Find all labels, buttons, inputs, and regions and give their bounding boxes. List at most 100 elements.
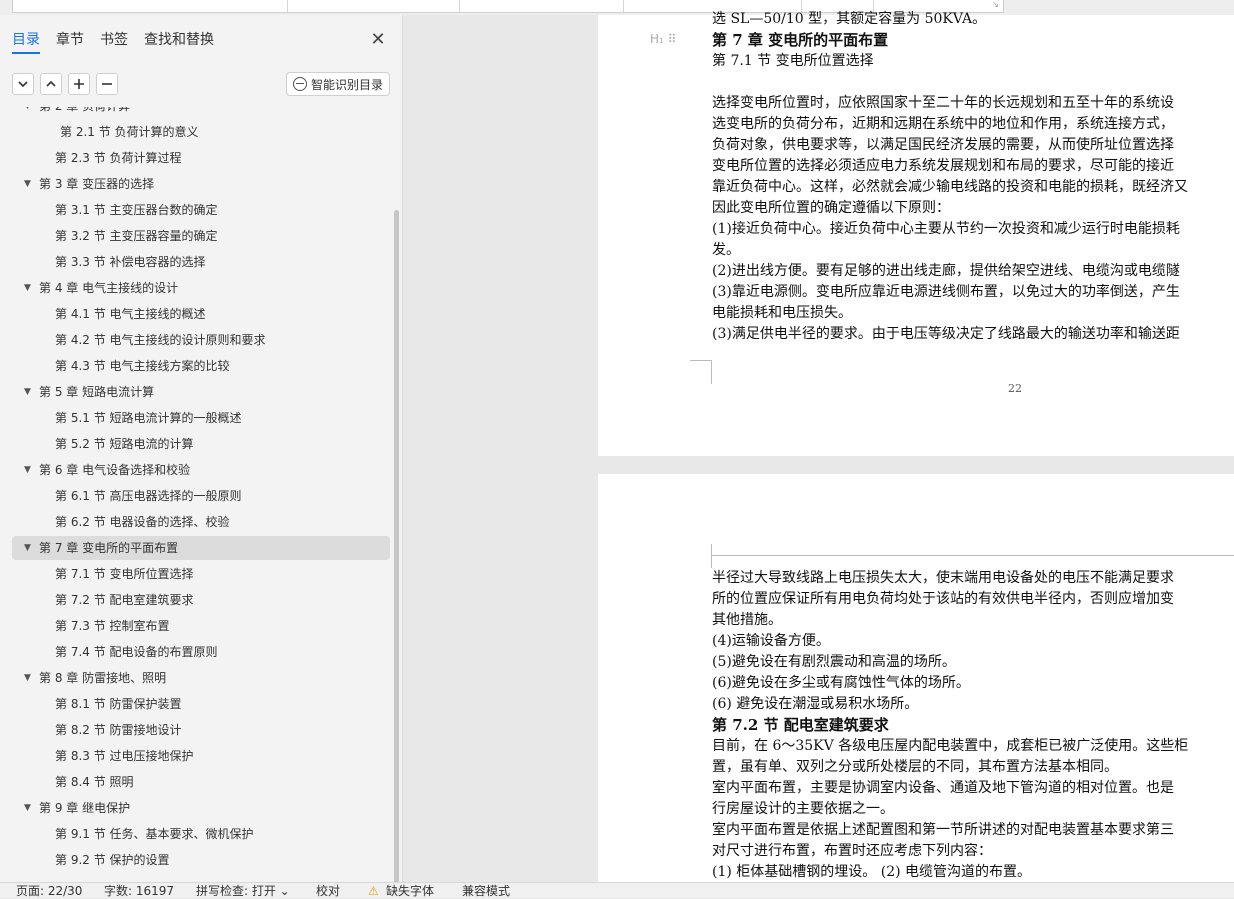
toc-section-item[interactable]: 第 7.3 节 控制室布置 (12, 614, 390, 638)
toc-section-item[interactable]: 第 3.2 节 主变压器容量的确定 (12, 224, 390, 248)
toc-item-label: 第 5.1 节 短路电流计算的一般概述 (55, 411, 242, 425)
tab-bookmarks[interactable]: 书签 (100, 30, 128, 50)
tab-find-replace[interactable]: 查找和替换 (144, 30, 214, 50)
paragraph-line: 选 SL—50/10 型，其额定容量为 50KVA。 (712, 11, 987, 27)
expand-up-button[interactable] (40, 73, 62, 95)
toc-section-item[interactable]: 第 4.1 节 电气主接线的概述 (12, 302, 390, 326)
paragraph-line: (1)接近负荷中心。接近负荷中心主要从节约一次投资和减少运行时电能损耗 (712, 221, 1180, 237)
ribbon-expand-icon[interactable]: ↘ (992, 0, 999, 10)
navigation-panel: 目录 章节 书签 查找和替换 ✕ 智能识别目录 ▼ 第 2 章 负荷计算第 2.1… (0, 15, 403, 898)
expand-arrow-icon[interactable]: ▼ (24, 666, 31, 690)
toc-section-item[interactable]: 第 7.2 节 配电室建筑要求 (12, 588, 390, 612)
toc-section-item[interactable]: 第 9.2 节 保护的设置 (12, 848, 390, 872)
plus-icon (74, 79, 84, 89)
toc-item-label: 第 2.3 节 负荷计算过程 (55, 151, 182, 165)
expand-arrow-icon[interactable]: ▼ (24, 380, 31, 404)
toc-section-item[interactable]: 第 6.1 节 高压电器选择的一般原则 (12, 484, 390, 508)
toc-section-item[interactable]: 第 7.1 节 变电所位置选择 (12, 562, 390, 586)
toc-item-label: 第 7.4 节 配电设备的布置原则 (55, 645, 218, 659)
paragraph-line: 室内平面布置，主要是协调室内设备、通道及地下管沟道的相对位置。也是 (712, 780, 1174, 796)
toc-item-label: 第 8.2 节 防雷接地设计 (55, 723, 182, 737)
toc-section-item[interactable]: 第 5.1 节 短路电流计算的一般概述 (12, 406, 390, 430)
toc-section-item[interactable]: 第 7.4 节 配电设备的布置原则 (12, 640, 390, 664)
toc-chapter-item[interactable]: ▼ 第 7 章 变电所的平面布置 (12, 536, 390, 560)
toc-chapter-item[interactable]: ▼ 第 2 章 负荷计算 (12, 107, 390, 118)
toc-chapter-item[interactable]: ▼ 第 8 章 防雷接地、照明 (12, 666, 390, 690)
expand-arrow-icon[interactable]: ▼ (24, 536, 31, 560)
expand-arrow-icon[interactable]: ▼ (24, 458, 31, 482)
toc-item-label: 第 6.2 节 电器设备的选择、校验 (55, 515, 230, 529)
toc-section-item[interactable]: 第 4.3 节 电气主接线方案的比较 (12, 354, 390, 378)
toc-section-item[interactable]: 第 2.1 节 负荷计算的意义 (12, 120, 390, 144)
toc-section-item[interactable]: 第 8.1 节 防雷保护装置 (12, 692, 390, 716)
smart-recognize-icon (292, 77, 307, 91)
remove-heading-button[interactable] (96, 73, 118, 95)
expand-arrow-icon[interactable]: ▼ (24, 276, 31, 300)
tab-sections[interactable]: 章节 (56, 30, 84, 50)
crop-mark (711, 544, 712, 568)
toc-section-item[interactable]: 第 5.2 节 短路电流的计算 (12, 432, 390, 456)
toc-item-label: 第 7.2 节 配电室建筑要求 (55, 593, 194, 607)
toc-section-item[interactable]: 第 9.1 节 任务、基本要求、微机保护 (12, 822, 390, 846)
toc-item-label: 第 6.1 节 高压电器选择的一般原则 (55, 489, 242, 503)
toc-section-item[interactable]: 第 3.1 节 主变压器台数的确定 (12, 198, 390, 222)
smart-toc-button[interactable]: 智能识别目录 (286, 72, 390, 96)
toc-item-label: 第 9.2 节 保护的设置 (55, 853, 170, 867)
chevron-up-icon (46, 81, 56, 87)
toc-item-label: 第 4 章 电气主接线的设计 (39, 281, 179, 295)
close-panel-icon[interactable]: ✕ (368, 30, 388, 50)
smart-toc-label: 智能识别目录 (310, 77, 383, 92)
toc-item-label: 第 3.1 节 主变压器台数的确定 (55, 203, 218, 217)
toc-scrollbar[interactable] (394, 210, 399, 898)
toc-list: ▼ 第 2 章 负荷计算第 2.1 节 负荷计算的意义第 2.3 节 负荷计算过程… (12, 107, 390, 897)
paragraph-line: 行房屋设计的主要依据之一。 (712, 801, 894, 817)
minus-icon (102, 83, 112, 85)
status-bar: 页面: 22/30 字数: 16197 拼写检查: 打开 ⌄ 校对 ⚠ 缺失字体… (0, 882, 1234, 898)
paragraph-line: (6)避免设在多尘或有腐蚀性气体的场所。 (712, 675, 970, 691)
crop-mark (711, 360, 712, 384)
paragraph-line: 所的位置应保证所有用电负荷均处于该站的有效供电半径内，否则应增加变 (712, 591, 1174, 607)
add-heading-button[interactable] (68, 73, 90, 95)
section-heading: 第 7.2 节 配电室建筑要求 (712, 716, 889, 734)
toc-chapter-item[interactable]: ▼ 第 6 章 电气设备选择和校验 (12, 458, 390, 482)
toc-chapter-item[interactable]: ▼ 第 4 章 电气主接线的设计 (12, 276, 390, 300)
paragraph-line: 选变电所的负荷分布，近期和远期在系统中的地位和作用，系统连接方式， (712, 116, 1174, 132)
ribbon-separator (459, 0, 460, 12)
collapse-all-button[interactable] (12, 73, 34, 95)
toc-item-label: 第 8.4 节 照明 (55, 775, 134, 789)
toc-section-item[interactable]: 第 8.3 节 过电压接地保护 (12, 744, 390, 768)
toc-chapter-item[interactable]: ▼ 第 5 章 短路电流计算 (12, 380, 390, 404)
expand-arrow-icon[interactable]: ▼ (24, 172, 31, 196)
toc-section-item[interactable]: 第 8.4 节 照明 (12, 770, 390, 794)
toc-toolbar (12, 73, 124, 95)
toc-item-label: 第 5 章 短路电流计算 (39, 385, 155, 399)
toc-section-item[interactable]: 第 8.2 节 防雷接地设计 (12, 718, 390, 742)
toc-chapter-item[interactable]: ▼ 第 9 章 继电保护 (12, 796, 390, 820)
paragraph-line: 置，虽有单、双列之分或所处楼层的不同，其布置方法基本相同。 (712, 759, 1118, 775)
heading-drag-handle-icon[interactable]: H₁ ⠿ (650, 32, 676, 46)
document-page-22: H₁ ⠿ 22 选 SL—50/10 型，其额定容量为 50KVA。第 7 章 … (598, 11, 1234, 456)
paragraph-line: 靠近负荷中心。这样，必然就会减少输电线路的投资和电能的损耗，既经济又 (712, 179, 1188, 195)
toc-chapter-item[interactable]: ▼ 第 3 章 变压器的选择 (12, 172, 390, 196)
ribbon-separator (287, 0, 288, 12)
toc-section-item[interactable]: 第 4.2 节 电气主接线的设计原则和要求 (12, 328, 390, 352)
document-page-23: 半径过大导致线路上电压损失太大，使末端用电设备处的电压不能满足要求 所的位置应保证… (598, 474, 1234, 884)
toc-item-label: 第 9.1 节 任务、基本要求、微机保护 (55, 827, 254, 841)
header-rule (712, 555, 1234, 556)
expand-arrow-icon[interactable]: ▼ (24, 796, 31, 820)
toc-item-label: 第 3.2 节 主变压器容量的确定 (55, 229, 218, 243)
toc-item-label: 第 2 章 负荷计算 (39, 107, 130, 118)
toc-item-label: 第 7.3 节 控制室布置 (55, 619, 170, 633)
toc-section-item[interactable]: 第 2.3 节 负荷计算过程 (12, 146, 390, 170)
toc-item-label: 第 8.1 节 防雷保护装置 (55, 697, 182, 711)
paragraph-line: (3)满足供电半径的要求。由于电压等级决定了线路最大的输送功率和输送距 (712, 326, 1180, 342)
top-ribbon-strip: ↘ (0, 0, 1234, 15)
expand-arrow-icon[interactable]: ▼ (24, 107, 31, 118)
toc-section-item[interactable]: 第 3.3 节 补偿电容器的选择 (12, 250, 390, 274)
tab-toc[interactable]: 目录 (12, 30, 40, 50)
toc-section-item[interactable]: 第 6.2 节 电器设备的选择、校验 (12, 510, 390, 534)
paragraph-line: 因此变电所位置的确定遵循以下原则： (712, 200, 950, 216)
navigation-tabs: 目录 章节 书签 查找和替换 (12, 30, 230, 50)
toc-item-label: 第 3.3 节 补偿电容器的选择 (55, 255, 206, 269)
paragraph-line: (1) 柜体基础槽钢的埋设。 (2) 电缆管沟道的布置。 (712, 864, 1032, 880)
